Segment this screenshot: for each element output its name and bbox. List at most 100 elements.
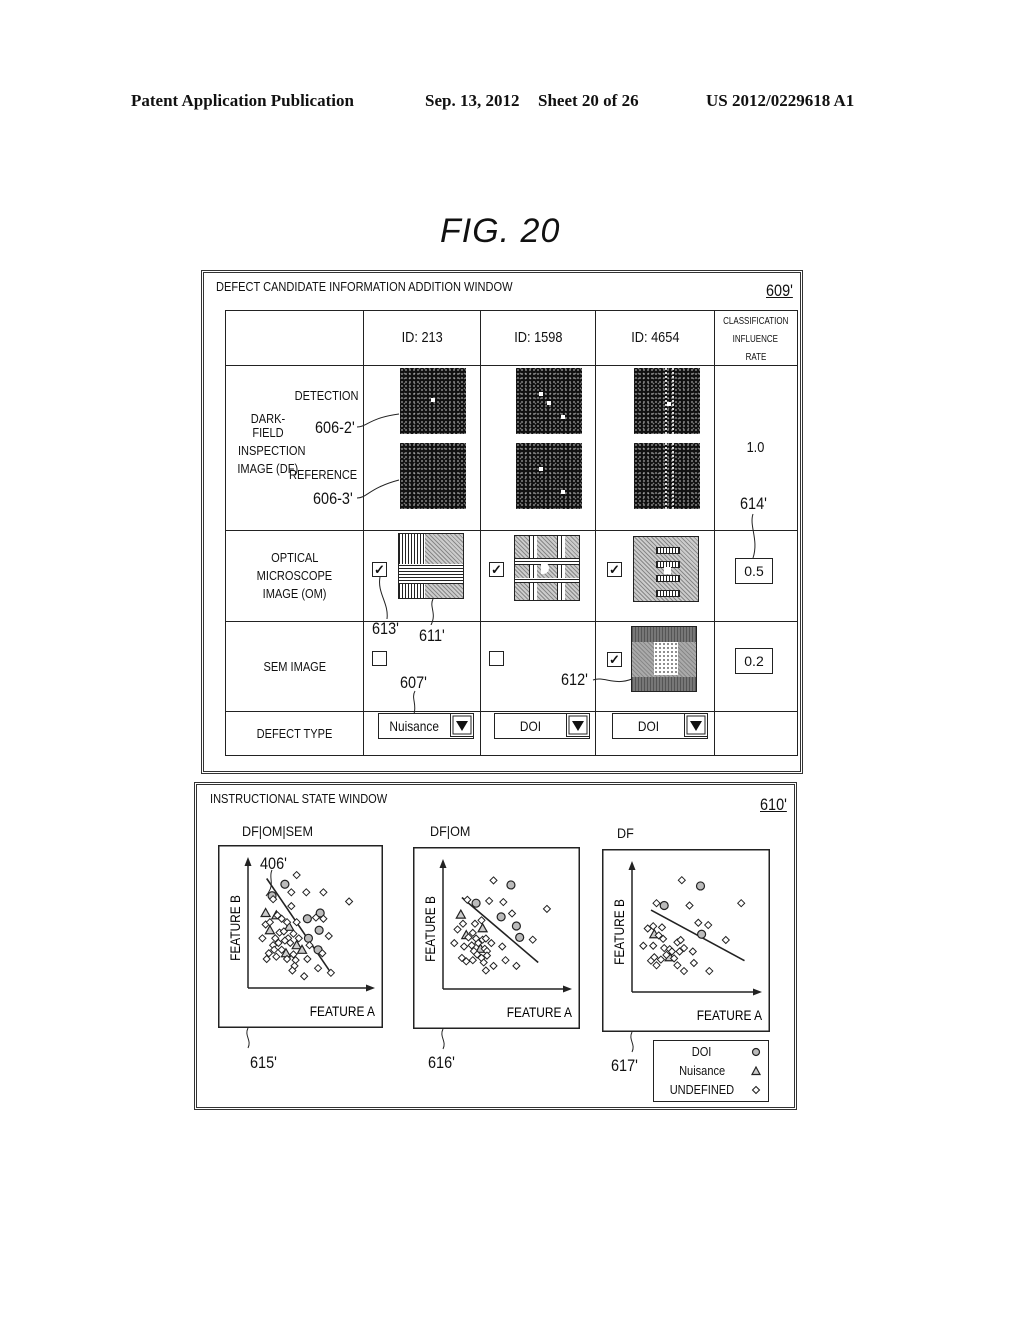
legend-item-undefined: UNDEFINED <box>654 1082 768 1102</box>
defect-type-value: DOI <box>637 718 659 734</box>
undefined-point <box>501 955 510 965</box>
om-pattern <box>399 534 425 564</box>
plot-title: DF <box>617 825 634 841</box>
undefined-point <box>470 919 480 928</box>
om-leaders <box>379 576 434 625</box>
df-detection-image-2 <box>634 368 700 434</box>
om-rate-input[interactable]: 0.5 <box>735 558 773 584</box>
defect-spot <box>431 398 435 402</box>
sem-checkbox-2[interactable]: ✓ <box>607 652 622 667</box>
circle-marker-icon <box>751 1047 761 1057</box>
om-checkbox-2[interactable]: ✓ <box>607 562 622 577</box>
leader-line <box>413 690 416 715</box>
om-label-line: OPTICAL <box>270 550 319 565</box>
boundary-leader <box>265 869 273 897</box>
doi-point <box>696 929 707 939</box>
sem-rate-input[interactable]: 0.2 <box>735 648 773 674</box>
df-label-line: INSPECTION <box>237 443 306 458</box>
doi-point <box>303 933 314 943</box>
rate-ref: 614' <box>740 494 767 513</box>
om-pattern <box>515 578 579 583</box>
ref-leader <box>441 1028 445 1050</box>
leader-line <box>430 598 434 625</box>
x-axis-arrow-icon <box>366 984 375 992</box>
column-header-0: ID: 213 <box>363 310 481 366</box>
undefined-point <box>305 940 314 950</box>
df-reference-image-1 <box>516 443 582 509</box>
undefined-point <box>302 888 311 897</box>
scatter-plot: FEATURE A FEATURE B <box>602 849 770 1053</box>
defect-type-dropdown-1[interactable]: DOI <box>494 713 590 739</box>
defect-spot <box>539 467 543 471</box>
defect-window-title: DEFECT CANDIDATE INFORMATION ADDITION WI… <box>216 279 513 294</box>
detection-ref: 606-2' <box>315 418 355 437</box>
pattern-line <box>672 368 674 434</box>
defect-spot <box>667 402 671 406</box>
defect-type-dropdown-2[interactable]: DOI <box>612 713 708 739</box>
column-header-1: ID: 1598 <box>480 310 596 366</box>
scatter-plot: FEATURE A FEATURE B <box>218 845 383 1049</box>
pattern-line <box>665 443 667 509</box>
plot-frame <box>602 849 770 1032</box>
defect-type-dropdown-0[interactable]: Nuisance <box>378 713 474 739</box>
check-mark-icon: ✓ <box>609 652 620 667</box>
rate-leader <box>751 513 756 559</box>
undefined-point <box>688 947 698 956</box>
plot-title: DF|OM|SEM <box>242 823 313 839</box>
sem-cell-1 <box>480 621 596 712</box>
defect-mark <box>664 567 671 574</box>
sem-label: SEM IMAGE <box>263 658 326 674</box>
sem-checkbox-0[interactable] <box>372 651 387 666</box>
om-rate-value: 0.5 <box>744 563 764 579</box>
x-axis-label: FEATURE A <box>310 1003 376 1019</box>
doi-point <box>515 932 525 943</box>
doi-point <box>506 880 516 890</box>
om-pattern <box>656 547 680 554</box>
sem-checkbox-1[interactable] <box>489 651 504 666</box>
legend-label: DOI <box>692 1044 712 1059</box>
undefined-point <box>705 966 714 976</box>
om-pattern <box>656 590 680 597</box>
df-rate-value: 1.0 <box>746 439 765 456</box>
y-axis-label: FEATURE B <box>227 895 243 961</box>
plot-frame <box>413 847 580 1029</box>
chevron-down-icon[interactable] <box>566 714 589 737</box>
sem-rate-value: 0.2 <box>744 653 764 669</box>
df-reference-image-0 <box>400 443 466 509</box>
chevron-down-icon[interactable] <box>684 714 707 737</box>
defect-type-rate-cell <box>714 711 798 756</box>
reference-label: REFERENCE <box>289 467 358 482</box>
patent-number: US 2012/0229618 A1 <box>706 91 855 110</box>
state-window-ref: 610' <box>760 795 787 814</box>
doi-point <box>302 914 312 924</box>
column-header-2: ID: 4654 <box>595 310 715 366</box>
undefined-point <box>450 938 459 948</box>
chevron-down-icon[interactable] <box>450 714 473 737</box>
defect-spot <box>561 415 565 419</box>
defect-spot <box>539 392 543 396</box>
sem-pattern <box>632 677 696 691</box>
leader-line <box>265 869 273 897</box>
defect-spot <box>561 490 565 494</box>
undefined-point <box>287 901 296 911</box>
check-mark-icon: ✓ <box>491 562 502 577</box>
check-mark-icon: ✓ <box>609 562 620 577</box>
undefined-point <box>489 961 498 971</box>
reference-ref: 606-3' <box>313 489 353 508</box>
undefined-point <box>299 972 309 981</box>
pattern-line <box>672 443 674 509</box>
undefined-point <box>736 898 746 908</box>
sem-pattern <box>654 642 678 675</box>
undefined-point <box>459 942 469 951</box>
undefined-point <box>677 875 687 885</box>
undefined-point <box>303 954 312 964</box>
undefined-point <box>685 901 694 910</box>
y-axis-arrow-icon <box>244 857 252 866</box>
undefined-point <box>679 966 689 976</box>
undefined-point <box>528 935 537 944</box>
y-axis-arrow-icon <box>439 859 447 868</box>
om-row-label-cell: OPTICAL MICROSCOPE IMAGE (OM) <box>225 530 364 622</box>
om-checkbox-1[interactable]: ✓ <box>489 562 504 577</box>
om-image-ref: 611' <box>419 626 445 645</box>
om-label-line: IMAGE (OM) <box>262 586 327 601</box>
